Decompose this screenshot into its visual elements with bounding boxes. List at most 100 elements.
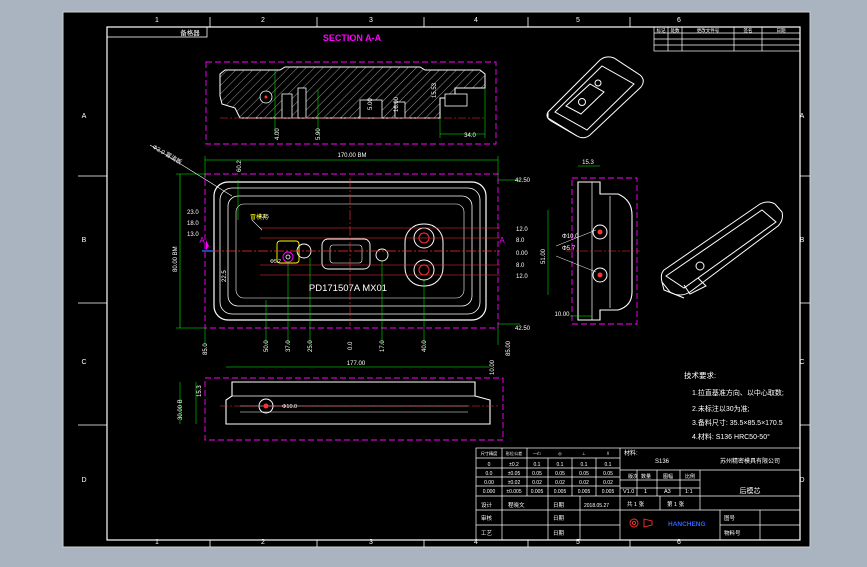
svg-text:51.00: 51.00 <box>541 248 547 264</box>
svg-text:0.02: 0.02 <box>579 480 589 486</box>
svg-text:0: 0 <box>488 462 491 468</box>
row-label: B <box>800 237 805 244</box>
svg-text:0.00: 0.00 <box>516 251 528 257</box>
svg-text:5.90: 5.90 <box>316 128 322 140</box>
svg-text:工艺: 工艺 <box>481 530 493 537</box>
svg-text:177.00: 177.00 <box>347 361 366 367</box>
svg-text:15.53: 15.53 <box>432 82 438 98</box>
svg-text:10.00: 10.00 <box>554 312 570 318</box>
svg-text:设计: 设计 <box>481 501 493 509</box>
svg-text:日期: 日期 <box>553 515 565 522</box>
svg-text:17.0: 17.0 <box>380 340 386 352</box>
col-label: 4 <box>474 17 478 24</box>
svg-text:30.00 B: 30.00 B <box>178 399 184 420</box>
svg-text:Φ5.2: Φ5.2 <box>270 259 281 265</box>
svg-text:标记: 标记 <box>657 27 666 34</box>
svg-text:尺寸精度: 尺寸精度 <box>481 450 499 457</box>
svg-text:0.005: 0.005 <box>531 489 544 495</box>
svg-text:版次: 版次 <box>628 473 638 480</box>
col-label: 2 <box>261 17 265 24</box>
svg-text:Φ5.7: Φ5.7 <box>562 246 576 252</box>
svg-text:0.02: 0.02 <box>603 480 613 486</box>
svg-text:50.0: 50.0 <box>264 340 270 352</box>
material-value: S136 <box>655 459 670 465</box>
svg-text:85.0: 85.0 <box>203 343 209 355</box>
svg-text:更改文件号: 更改文件号 <box>697 27 720 34</box>
svg-text:42.50: 42.50 <box>515 326 531 332</box>
engraving-text: PD171507A MX01 <box>309 283 387 294</box>
company-logo: HANCHENG <box>668 521 706 528</box>
row-label: A <box>82 113 87 120</box>
svg-text:签名: 签名 <box>744 27 753 34</box>
svg-text:物料号: 物料号 <box>724 529 741 537</box>
svg-text:1: 1 <box>644 489 647 495</box>
svg-text:0.000: 0.000 <box>483 489 496 495</box>
company-name: 苏州精密模具有限公司 <box>720 457 780 465</box>
svg-text:0.1: 0.1 <box>605 462 612 468</box>
tech-note-1: 1.拉直基准方向、以中心取数; <box>692 388 784 397</box>
col-label: 6 <box>677 17 681 24</box>
svg-text:18.0: 18.0 <box>187 221 199 227</box>
svg-text:85.00: 85.00 <box>506 340 512 356</box>
row-label: C <box>81 359 86 366</box>
svg-text:1:1: 1:1 <box>685 489 693 495</box>
svg-text:0.00: 0.00 <box>484 480 494 486</box>
svg-text:0.1: 0.1 <box>557 462 564 468</box>
svg-text:13.0: 13.0 <box>187 232 199 238</box>
svg-text:0.005: 0.005 <box>554 489 567 495</box>
svg-text:42.50: 42.50 <box>515 178 531 184</box>
svg-text:程晓文: 程晓文 <box>508 501 525 509</box>
svg-text:22.5: 22.5 <box>222 270 228 282</box>
section-mark-right: A <box>499 236 505 245</box>
cad-viewport[interactable]: 1 2 3 4 5 6 1 2 3 4 5 6 A B C D A B C D … <box>0 0 867 562</box>
svg-text:Φ10.0: Φ10.0 <box>562 234 579 240</box>
tech-note-2: 2.未标注以30为准; <box>692 404 750 413</box>
svg-text:10.00: 10.00 <box>490 359 496 375</box>
svg-text:0.1: 0.1 <box>581 462 588 468</box>
svg-text:比例: 比例 <box>685 473 695 480</box>
svg-text:V1.0: V1.0 <box>623 489 634 495</box>
svg-text:12.0: 12.0 <box>516 274 528 280</box>
svg-text:0.005: 0.005 <box>578 489 591 495</box>
svg-text:0.05: 0.05 <box>555 471 565 477</box>
svg-text:A3: A3 <box>664 489 671 495</box>
svg-text:0.02: 0.02 <box>532 480 542 486</box>
svg-text:数量: 数量 <box>641 473 651 480</box>
col-label: 1 <box>155 539 159 546</box>
col-label: 3 <box>369 539 373 546</box>
row-label: B <box>82 237 87 244</box>
svg-text:处数: 处数 <box>671 27 680 34</box>
svg-text:37.0: 37.0 <box>286 340 292 352</box>
svg-text:34.0: 34.0 <box>464 133 476 139</box>
section-mark-left: A <box>199 236 205 245</box>
svg-text:±0.05: ±0.05 <box>508 471 521 477</box>
svg-text:80.00 BM: 80.00 BM <box>173 246 179 272</box>
cad-drawing-canvas[interactable]: 1 2 3 4 5 6 1 2 3 4 5 6 A B C D A B C D … <box>0 0 867 562</box>
svg-text:共 1 张: 共 1 张 <box>627 500 645 508</box>
svg-text:材料:: 材料: <box>624 449 638 457</box>
tech-note-4: 4.材料: S136 HRC50-50° <box>692 432 770 441</box>
svg-text:5.00: 5.00 <box>368 98 374 110</box>
row-label: C <box>799 359 804 366</box>
col-label: 3 <box>369 17 373 24</box>
svg-text:8.0: 8.0 <box>516 238 525 244</box>
svg-text:0.02: 0.02 <box>555 480 565 486</box>
svg-text:◎: ◎ <box>558 451 562 456</box>
svg-text:日期: 日期 <box>553 530 565 537</box>
svg-text:图号: 图号 <box>724 514 736 522</box>
svg-text:第 1 张: 第 1 张 <box>667 500 685 508</box>
col-label: 2 <box>261 539 265 546</box>
svg-text:审核: 审核 <box>481 514 493 522</box>
svg-text:60.2: 60.2 <box>237 160 243 172</box>
svg-text:0.0: 0.0 <box>486 471 493 477</box>
svg-text:±0.2: ±0.2 <box>509 462 519 468</box>
svg-text:4.15: 4.15 <box>259 214 269 220</box>
svg-text:4.00: 4.00 <box>275 128 281 140</box>
tech-note-3: 3.备料尺寸: 35.5×85.5×170.5 <box>692 418 783 427</box>
svg-text:40.0: 40.0 <box>422 340 428 352</box>
svg-text:0.005: 0.005 <box>602 489 615 495</box>
svg-text:日期: 日期 <box>553 502 565 509</box>
svg-text:25.0: 25.0 <box>308 340 314 352</box>
part-name: 后模芯 <box>740 486 761 495</box>
svg-text:12.0: 12.0 <box>516 227 528 233</box>
